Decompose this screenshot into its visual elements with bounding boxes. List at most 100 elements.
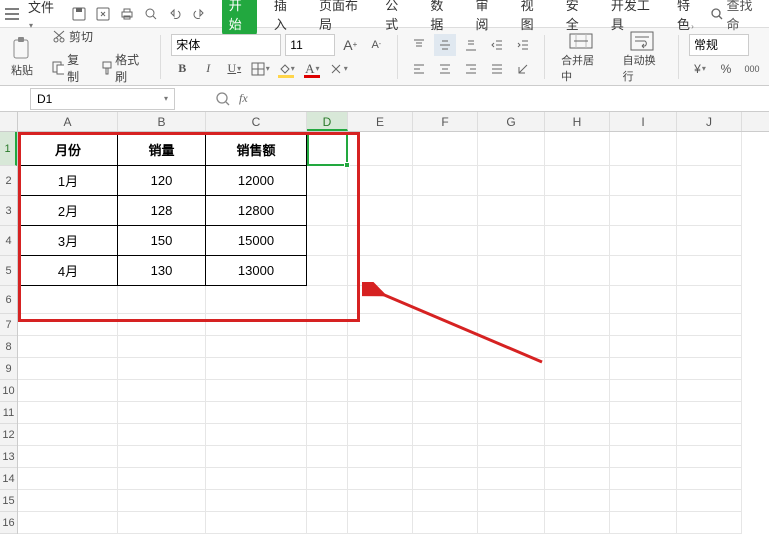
borders-button[interactable]: ▾ — [249, 58, 271, 80]
column-header-B[interactable]: B — [118, 112, 206, 131]
cell-I2[interactable] — [610, 166, 677, 196]
cell-C15[interactable] — [206, 490, 307, 512]
increase-indent-icon[interactable] — [512, 34, 534, 56]
cell-F13[interactable] — [413, 446, 478, 468]
cell-B12[interactable] — [118, 424, 206, 446]
fx-icon[interactable]: fx — [239, 91, 248, 106]
cell-F2[interactable] — [413, 166, 478, 196]
decrease-font-icon[interactable]: A- — [365, 34, 387, 56]
cell-I1[interactable] — [610, 132, 677, 166]
cell-A8[interactable] — [18, 336, 118, 358]
cell-C8[interactable] — [206, 336, 307, 358]
cell-F9[interactable] — [413, 358, 478, 380]
cell-D8[interactable] — [307, 336, 348, 358]
cell-D13[interactable] — [307, 446, 348, 468]
cell-E10[interactable] — [348, 380, 413, 402]
cell-G2[interactable] — [478, 166, 545, 196]
cell-D3[interactable] — [307, 196, 348, 226]
cell-C7[interactable] — [206, 314, 307, 336]
cell-B1[interactable]: 销量 — [118, 132, 206, 166]
cell-J8[interactable] — [677, 336, 742, 358]
cell-D14[interactable] — [307, 468, 348, 490]
cell-C14[interactable] — [206, 468, 307, 490]
cell-A9[interactable] — [18, 358, 118, 380]
cell-B11[interactable] — [118, 402, 206, 424]
cell-E7[interactable] — [348, 314, 413, 336]
cell-J5[interactable] — [677, 256, 742, 286]
cell-I6[interactable] — [610, 286, 677, 314]
tab-review[interactable]: 审阅 — [468, 0, 503, 36]
cell-E9[interactable] — [348, 358, 413, 380]
cell-D15[interactable] — [307, 490, 348, 512]
column-header-D[interactable]: D — [307, 112, 348, 131]
tab-home[interactable]: 开始 — [222, 0, 257, 36]
cell-F16[interactable] — [413, 512, 478, 534]
cell-G6[interactable] — [478, 286, 545, 314]
hamburger-icon[interactable] — [4, 5, 20, 23]
cell-H2[interactable] — [545, 166, 610, 196]
cell-I14[interactable] — [610, 468, 677, 490]
cell-A3[interactable]: 2月 — [18, 196, 118, 226]
cell-H5[interactable] — [545, 256, 610, 286]
cell-G3[interactable] — [478, 196, 545, 226]
cell-I15[interactable] — [610, 490, 677, 512]
row-header-6[interactable]: 6 — [0, 286, 17, 314]
cell-A15[interactable] — [18, 490, 118, 512]
column-header-H[interactable]: H — [545, 112, 610, 131]
paste-button[interactable]: 粘贴 — [6, 34, 38, 80]
row-header-15[interactable]: 15 — [0, 490, 17, 512]
name-box[interactable]: D1 ▾ — [30, 88, 175, 110]
cell-D4[interactable] — [307, 226, 348, 256]
cell-J13[interactable] — [677, 446, 742, 468]
copy-button[interactable]: 复制 — [48, 49, 92, 87]
search-fx-icon[interactable] — [215, 91, 231, 107]
cell-D16[interactable] — [307, 512, 348, 534]
print-preview-icon[interactable] — [142, 5, 160, 23]
cell-B14[interactable] — [118, 468, 206, 490]
cell-J2[interactable] — [677, 166, 742, 196]
align-center-icon[interactable] — [434, 58, 456, 80]
cell-G8[interactable] — [478, 336, 545, 358]
search-bar[interactable]: 查找命 — [710, 0, 765, 33]
cell-E6[interactable] — [348, 286, 413, 314]
orientation-icon[interactable] — [512, 58, 534, 80]
cell-C13[interactable] — [206, 446, 307, 468]
cell-E11[interactable] — [348, 402, 413, 424]
cell-A11[interactable] — [18, 402, 118, 424]
cut-button[interactable]: 剪切 — [48, 26, 150, 47]
align-top-icon[interactable] — [408, 34, 430, 56]
row-header-3[interactable]: 3 — [0, 196, 17, 226]
row-header-9[interactable]: 9 — [0, 358, 17, 380]
row-header-12[interactable]: 12 — [0, 424, 17, 446]
cell-B16[interactable] — [118, 512, 206, 534]
cell-H3[interactable] — [545, 196, 610, 226]
row-header-13[interactable]: 13 — [0, 446, 17, 468]
cell-A7[interactable] — [18, 314, 118, 336]
column-header-G[interactable]: G — [478, 112, 545, 131]
cell-E13[interactable] — [348, 446, 413, 468]
cell-J1[interactable] — [677, 132, 742, 166]
clear-format-button[interactable]: ▾ — [327, 58, 349, 80]
cell-B9[interactable] — [118, 358, 206, 380]
cell-A6[interactable] — [18, 286, 118, 314]
cell-A1[interactable]: 月份 — [18, 132, 118, 166]
row-header-11[interactable]: 11 — [0, 402, 17, 424]
font-name-select[interactable] — [171, 34, 281, 56]
cell-A10[interactable] — [18, 380, 118, 402]
cell-J4[interactable] — [677, 226, 742, 256]
italic-button[interactable]: I — [197, 58, 219, 80]
comma-icon[interactable]: 000 — [741, 58, 763, 80]
cell-B8[interactable] — [118, 336, 206, 358]
cell-G4[interactable] — [478, 226, 545, 256]
cell-I12[interactable] — [610, 424, 677, 446]
underline-button[interactable]: U▾ — [223, 58, 245, 80]
cell-B6[interactable] — [118, 286, 206, 314]
column-header-I[interactable]: I — [610, 112, 677, 131]
cell-F4[interactable] — [413, 226, 478, 256]
cell-H14[interactable] — [545, 468, 610, 490]
spreadsheet-grid[interactable]: ABCDEFGHIJ 12345678910111213141516 月份销量销… — [0, 112, 769, 536]
cell-A14[interactable] — [18, 468, 118, 490]
cell-I11[interactable] — [610, 402, 677, 424]
cell-G10[interactable] — [478, 380, 545, 402]
row-header-2[interactable]: 2 — [0, 166, 17, 196]
